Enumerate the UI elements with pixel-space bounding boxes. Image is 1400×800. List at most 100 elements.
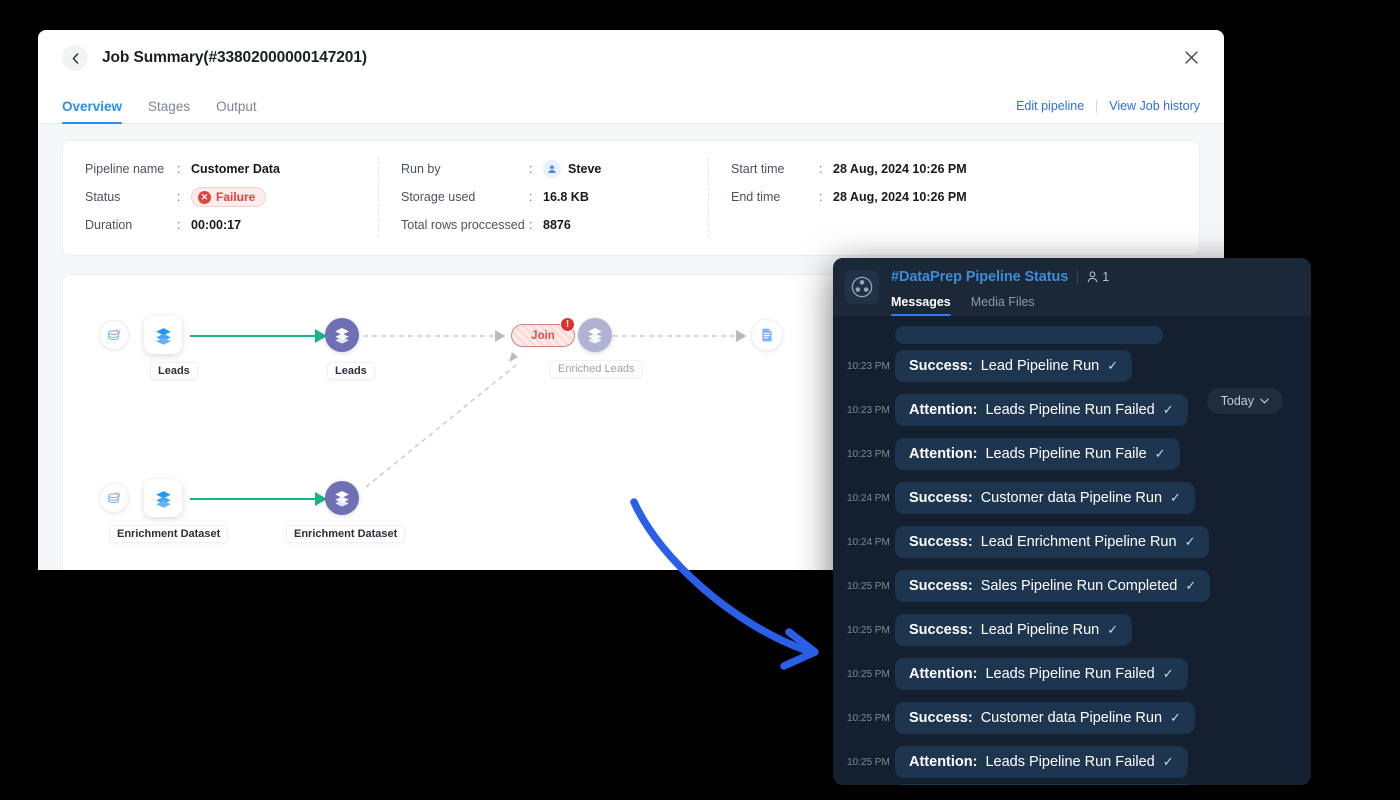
message-row: 10:23 PM Attention: Leads Pipeline Run Fa… (833, 432, 1311, 476)
message-status-check-icon: ✓ (1107, 622, 1119, 637)
message-status-check-icon: ✓ (1170, 710, 1181, 725)
value-end-time: 28 Aug, 2024 10:26 PM (833, 190, 967, 204)
message-prefix: Success: (909, 358, 973, 374)
database-icon (99, 483, 129, 513)
view-job-history-link[interactable]: View Job history (1109, 99, 1200, 113)
date-filter-today[interactable]: Today (1206, 388, 1283, 414)
message-row-partial-top (833, 322, 1311, 344)
chat-channel-title[interactable]: #DataPrep Pipeline Status (891, 269, 1068, 285)
node-source-database-2[interactable] (99, 483, 129, 513)
header-actions: Edit pipeline View Job history (1016, 99, 1200, 113)
summary-column-1: Pipeline name : Customer Data Status : ✕… (63, 155, 379, 239)
label-status: Status (85, 190, 121, 204)
chat-header: #DataPrep Pipeline Status 1 Messages Med… (833, 258, 1311, 316)
summary-card: Pipeline name : Customer Data Status : ✕… (62, 140, 1200, 256)
message-status-check-icon: ✓ (1162, 754, 1174, 769)
message-status-check-icon: ✓ (1185, 578, 1197, 593)
message-row: 10:25 PM Success: Sales Pipeline Run Comp… (833, 564, 1311, 608)
tab-overview[interactable]: Overview (62, 99, 123, 124)
message-bubble[interactable]: Success: Lead Pipeline Run ✓ (895, 614, 1133, 646)
chat-tab-media-files[interactable]: Media Files (971, 295, 1035, 316)
page-title: Job Summary(#33802000000147201) (102, 49, 367, 66)
value-start-time: 28 Aug, 2024 10:26 PM (833, 162, 967, 176)
screenshot-root: Job Summary(#33802000000147201) Overview… (0, 0, 1400, 800)
message-row: 10:25 PM Attention: Leads Pipeline Run Fa… (833, 740, 1311, 784)
message-row: 10:25 PM Success: Lead Pipeline Run ✓ (833, 608, 1311, 652)
avatar (543, 160, 561, 178)
message-time: 10:25 PM (847, 668, 890, 680)
summary-row-pipeline-name: Pipeline name : Customer Data (85, 155, 357, 183)
colon: : (529, 190, 533, 204)
value-run-by: Steve (543, 160, 601, 178)
tab-output[interactable]: Output (216, 99, 257, 123)
cliq-logo-icon (845, 270, 879, 304)
colon: : (819, 162, 823, 176)
layers-white-icon (578, 318, 612, 352)
message-time: 10:25 PM (847, 580, 890, 592)
date-filter-label: Today (1220, 394, 1254, 408)
summary-row-start-time: Start time : 28 Aug, 2024 10:26 PM (731, 155, 1027, 183)
node-enrichment-source[interactable]: Enrichment Dataset (109, 479, 229, 543)
member-count[interactable]: 1 (1087, 270, 1109, 284)
message-bubble[interactable]: Attention: Leads Pipeline Run Failed ✓ (895, 746, 1188, 778)
message-status-check-icon: ✓ (1162, 666, 1174, 681)
colon: : (529, 218, 533, 232)
node-label-enriched-leads: Enriched Leads (550, 360, 643, 378)
error-badge-icon: ! (560, 317, 575, 332)
message-list: 10:23 PM Success: Lead Pipeline Run ✓ 10:23… (833, 316, 1311, 785)
layers-white-icon (325, 318, 359, 352)
node-output-document[interactable] (751, 319, 783, 351)
chat-tab-bar: Messages Media Files (891, 295, 1299, 316)
summary-column-3: Start time : 28 Aug, 2024 10:26 PM End t… (709, 155, 1049, 239)
node-leads-source[interactable]: Leads (144, 316, 198, 380)
node-source-database-1[interactable] (99, 320, 129, 350)
message-bubble[interactable]: Attention: Leads Pipeline Run Faile ✓ (895, 438, 1180, 470)
message-bubble[interactable]: Success: Lead Enrichment Pipeline Run ✓ (895, 526, 1210, 558)
close-icon[interactable] (1180, 48, 1202, 70)
run-by-name: Steve (568, 162, 602, 176)
chat-tab-messages[interactable]: Messages (891, 295, 951, 316)
message-row: 10:24 PM Success: Customer data Pipeline … (833, 476, 1311, 520)
message-time: 10:25 PM (847, 712, 890, 724)
message-text: Leads Pipeline Run Faile (985, 446, 1147, 462)
message-text: Leads Pipeline Run Failed (985, 402, 1155, 418)
message-row-partial-bottom (833, 784, 1311, 785)
message-status-check-icon: ✓ (1107, 358, 1119, 373)
tab-stages[interactable]: Stages (148, 99, 190, 123)
message-time: 10:23 PM (847, 360, 890, 372)
message-bubble[interactable]: Success: Customer data Pipeline Run ✓ (895, 702, 1195, 734)
tab-bar: Overview Stages Output Edit pipeline Vie… (38, 86, 1224, 124)
colon: : (177, 190, 181, 204)
colon: : (529, 162, 533, 176)
message-bubble[interactable] (895, 784, 1195, 785)
message-bubble[interactable] (895, 326, 1163, 344)
node-enriched-leads[interactable]: Enriched Leads (550, 318, 643, 378)
message-row: 10:24 PM Success: Lead Enrichment Pipelin… (833, 520, 1311, 564)
colon: : (177, 162, 181, 176)
edit-pipeline-link[interactable]: Edit pipeline (1016, 99, 1084, 113)
message-bubble[interactable]: Success: Lead Pipeline Run ✓ (895, 350, 1133, 382)
label-duration: Duration (85, 218, 133, 232)
message-bubble[interactable]: Attention: Leads Pipeline Run Failed ✓ (895, 658, 1188, 690)
message-bubble[interactable]: Success: Sales Pipeline Run Completed ✓ (895, 570, 1211, 602)
label-run-by: Run by (401, 162, 441, 176)
chat-header-main: #DataPrep Pipeline Status 1 Messages Med… (891, 266, 1299, 316)
message-prefix: Success: (909, 490, 973, 506)
message-text: Lead Pipeline Run (980, 622, 1100, 638)
message-text: Leads Pipeline Run Failed (985, 666, 1155, 682)
node-label-enrichment-source: Enrichment Dataset (109, 525, 229, 543)
message-text: Lead Pipeline Run (980, 358, 1100, 374)
message-text: Sales Pipeline Run Completed (980, 578, 1178, 594)
back-button[interactable] (62, 45, 88, 71)
label-pipeline-name: Pipeline name (85, 162, 165, 176)
node-enrichment-stage[interactable]: Enrichment Dataset (286, 481, 406, 543)
node-label-leads-stage: Leads (327, 362, 375, 380)
message-prefix: Success: (909, 710, 973, 726)
chat-message-area[interactable]: Today 10:23 PM Success: Lead Pipeline Run… (833, 316, 1311, 785)
node-leads-stage[interactable]: Leads (325, 318, 375, 380)
message-text: Customer data Pipeline Run (980, 490, 1163, 506)
message-status-check-icon: ✓ (1162, 402, 1174, 417)
label-total-rows: Total rows proccessed (401, 218, 525, 232)
message-bubble[interactable]: Attention: Leads Pipeline Run Failed ✓ (895, 394, 1188, 426)
message-bubble[interactable]: Success: Customer data Pipeline Run ✓ (895, 482, 1195, 514)
